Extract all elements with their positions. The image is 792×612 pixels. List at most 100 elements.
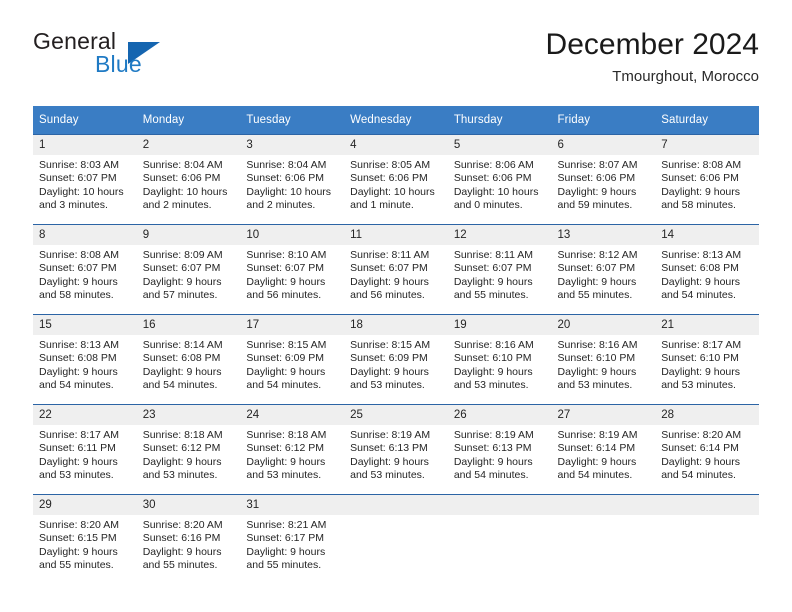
calendar-day-cell[interactable]: 24 Sunrise: 8:18 AM Sunset: 6:12 PM Dayligh… xyxy=(240,404,345,495)
calendar-day-cell[interactable]: 16 Sunrise: 8:14 AM Sunset: 6:08 PM Dayligh… xyxy=(136,314,241,405)
sunset-time: Sunset: 6:07 PM xyxy=(142,262,221,275)
calendar-day-cell[interactable]: 9 Sunrise: 8:09 AM Sunset: 6:07 PM Daylight… xyxy=(136,224,241,315)
sunrise-time: Sunrise: 8:07 AM xyxy=(557,159,638,171)
column-header-friday: Friday xyxy=(551,106,656,135)
sunset-time: Sunset: 6:08 PM xyxy=(142,352,221,365)
day-number: 4 xyxy=(344,135,448,155)
day-number: 29 xyxy=(33,495,137,515)
day-number: 23 xyxy=(136,405,241,425)
day-sun-info: Sunrise: 8:11 AM Sunset: 6:07 PM Daylight:… xyxy=(344,245,448,303)
calendar-day-cell[interactable]: 13 Sunrise: 8:12 AM Sunset: 6:07 PM Dayligh… xyxy=(551,224,656,315)
day-number: 28 xyxy=(655,405,759,425)
calendar-day-cell[interactable]: 10 Sunrise: 8:10 AM Sunset: 6:07 PM Dayligh… xyxy=(240,224,345,315)
calendar-day-cell[interactable]: 18 Sunrise: 8:15 AM Sunset: 6:09 PM Dayligh… xyxy=(344,314,448,405)
day-sun-info: Sunrise: 8:20 AM Sunset: 6:16 PM Daylight:… xyxy=(137,515,241,573)
calendar-day-cell[interactable]: 2 Sunrise: 8:04 AM Sunset: 6:06 PM Daylight… xyxy=(136,134,241,225)
day-number: 20 xyxy=(551,315,656,335)
sunrise-time: Sunrise: 8:08 AM xyxy=(661,159,742,171)
daylight-duration: Daylight: 9 hours and 56 minutes. xyxy=(246,275,326,302)
calendar-day-cell[interactable]: 27 Sunrise: 8:19 AM Sunset: 6:14 PM Dayligh… xyxy=(551,404,656,495)
day-number: 13 xyxy=(551,225,656,245)
daylight-duration: Daylight: 9 hours and 55 minutes. xyxy=(557,275,637,302)
calendar-day-cell[interactable]: 20 Sunrise: 8:16 AM Sunset: 6:10 PM Dayligh… xyxy=(551,314,656,405)
calendar-day-cell[interactable]: 23 Sunrise: 8:18 AM Sunset: 6:12 PM Dayligh… xyxy=(136,404,241,495)
sunrise-time: Sunrise: 8:15 AM xyxy=(350,339,431,351)
calendar-day-cell[interactable]: 19 Sunrise: 8:16 AM Sunset: 6:10 PM Dayligh… xyxy=(447,314,552,405)
day-number: 10 xyxy=(240,225,345,245)
calendar-day-cell[interactable]: 1 Sunrise: 8:03 AM Sunset: 6:07 PM Daylight… xyxy=(33,134,137,225)
calendar-day-cell[interactable]: 21 Sunrise: 8:17 AM Sunset: 6:10 PM Dayligh… xyxy=(655,314,759,405)
daylight-duration: Daylight: 9 hours and 54 minutes. xyxy=(557,455,637,482)
day-sun-info: Sunrise: 8:14 AM Sunset: 6:08 PM Daylight:… xyxy=(137,335,241,393)
sunset-time: Sunset: 6:06 PM xyxy=(661,172,739,185)
sunrise-time: Sunrise: 8:20 AM xyxy=(661,429,742,441)
calendar-day-cell[interactable]: 30 Sunrise: 8:20 AM Sunset: 6:16 PM Dayligh… xyxy=(136,494,241,585)
day-number: 5 xyxy=(447,135,552,155)
calendar-day-cell[interactable]: 4 Sunrise: 8:05 AM Sunset: 6:06 PM Daylight… xyxy=(344,134,448,225)
sunrise-time: Sunrise: 8:11 AM xyxy=(453,249,533,261)
calendar-day-cell[interactable]: 31 Sunrise: 8:21 AM Sunset: 6:17 PM Dayligh… xyxy=(240,494,345,585)
daylight-duration: Daylight: 9 hours and 53 minutes. xyxy=(350,365,429,392)
sunset-time: Sunset: 6:12 PM xyxy=(246,442,325,455)
calendar-day-cell[interactable]: 3 Sunrise: 8:04 AM Sunset: 6:06 PM Daylight… xyxy=(240,134,345,225)
day-sun-info: Sunrise: 8:17 AM Sunset: 6:10 PM Daylight:… xyxy=(655,335,759,393)
day-number: 3 xyxy=(240,135,345,155)
day-number: 1 xyxy=(33,135,137,155)
calendar-day-cell[interactable]: 17 Sunrise: 8:15 AM Sunset: 6:09 PM Dayligh… xyxy=(240,314,345,405)
sunset-time: Sunset: 6:07 PM xyxy=(246,262,325,275)
day-sun-info: Sunrise: 8:03 AM Sunset: 6:07 PM Daylight:… xyxy=(33,155,137,213)
calendar-day-cell[interactable]: 29 Sunrise: 8:20 AM Sunset: 6:15 PM Dayligh… xyxy=(33,494,137,585)
calendar-day-cell[interactable]: 5 Sunrise: 8:06 AM Sunset: 6:06 PM Daylight… xyxy=(447,134,552,225)
sunrise-time: Sunrise: 8:19 AM xyxy=(557,429,638,441)
calendar-day-cell[interactable]: 26 Sunrise: 8:19 AM Sunset: 6:13 PM Dayligh… xyxy=(447,404,552,495)
day-number: 16 xyxy=(136,315,241,335)
calendar-day-cell[interactable]: 14 Sunrise: 8:13 AM Sunset: 6:08 PM Dayligh… xyxy=(655,224,759,315)
calendar-day-cell[interactable]: 7 Sunrise: 8:08 AM Sunset: 6:06 PM Daylight… xyxy=(655,134,759,225)
calendar-day-cell[interactable]: 28 Sunrise: 8:20 AM Sunset: 6:14 PM Dayligh… xyxy=(655,404,759,495)
calendar-day-cell[interactable]: 12 Sunrise: 8:11 AM Sunset: 6:07 PM Dayligh… xyxy=(447,224,552,315)
calendar-day-cell[interactable]: 25 Sunrise: 8:19 AM Sunset: 6:13 PM Dayligh… xyxy=(344,404,448,495)
day-number: 9 xyxy=(136,225,241,245)
day-number: 14 xyxy=(655,225,759,245)
sunrise-time: Sunrise: 8:17 AM xyxy=(39,429,119,441)
day-sun-info: Sunrise: 8:15 AM Sunset: 6:09 PM Daylight:… xyxy=(344,335,448,393)
column-header-saturday: Saturday xyxy=(655,106,759,135)
calendar-day-cell[interactable]: 8 Sunrise: 8:08 AM Sunset: 6:07 PM Daylight… xyxy=(33,224,137,315)
sunset-time: Sunset: 6:06 PM xyxy=(350,172,428,185)
day-sun-info: Sunrise: 8:10 AM Sunset: 6:07 PM Daylight:… xyxy=(240,245,344,303)
calendar-day-cell-empty xyxy=(551,494,656,585)
calendar-day-cell[interactable]: 11 Sunrise: 8:11 AM Sunset: 6:07 PM Dayligh… xyxy=(344,224,448,315)
sunset-time: Sunset: 6:15 PM xyxy=(39,532,117,545)
day-number: 12 xyxy=(447,225,552,245)
sunrise-time: Sunrise: 8:08 AM xyxy=(39,249,119,261)
page-title: December 2024 xyxy=(545,28,759,61)
calendar-day-cell[interactable]: 6 Sunrise: 8:07 AM Sunset: 6:06 PM Daylight… xyxy=(551,134,656,225)
day-number: 24 xyxy=(240,405,345,425)
day-number: 22 xyxy=(33,405,137,425)
day-sun-info: Sunrise: 8:06 AM Sunset: 6:06 PM Daylight:… xyxy=(448,155,552,213)
sunrise-time: Sunrise: 8:12 AM xyxy=(557,249,638,261)
daylight-duration: Daylight: 10 hours and 0 minutes. xyxy=(453,185,539,212)
calendar-week-row: 15 Sunrise: 8:13 AM Sunset: 6:08 PM Dayligh… xyxy=(33,314,759,405)
sunset-time: Sunset: 6:10 PM xyxy=(453,352,532,365)
sunrise-time: Sunrise: 8:04 AM xyxy=(246,159,327,171)
daylight-duration: Daylight: 10 hours and 2 minutes. xyxy=(142,185,228,212)
sunset-time: Sunset: 6:07 PM xyxy=(39,262,117,275)
calendar-day-cell-empty xyxy=(447,494,552,585)
daylight-duration: Daylight: 9 hours and 53 minutes. xyxy=(246,455,326,482)
column-header-tuesday: Tuesday xyxy=(240,106,345,135)
sunset-time: Sunset: 6:06 PM xyxy=(453,172,532,185)
calendar-day-cell[interactable]: 22 Sunrise: 8:17 AM Sunset: 6:11 PM Dayligh… xyxy=(33,404,137,495)
daylight-duration: Daylight: 10 hours and 2 minutes. xyxy=(246,185,332,212)
general-blue-logo[interactable]: General Blue xyxy=(33,28,253,88)
day-number: 7 xyxy=(655,135,759,155)
day-number xyxy=(344,495,448,515)
calendar-grid: Sunday Monday Tuesday Wednesday Thursday… xyxy=(33,106,759,585)
day-number: 17 xyxy=(240,315,345,335)
sunset-time: Sunset: 6:07 PM xyxy=(39,172,117,185)
sunrise-time: Sunrise: 8:13 AM xyxy=(661,249,742,261)
day-sun-info: Sunrise: 8:21 AM Sunset: 6:17 PM Daylight:… xyxy=(240,515,344,573)
calendar-day-cell[interactable]: 15 Sunrise: 8:13 AM Sunset: 6:08 PM Dayligh… xyxy=(33,314,137,405)
day-number: 25 xyxy=(344,405,448,425)
day-sun-info: Sunrise: 8:15 AM Sunset: 6:09 PM Daylight:… xyxy=(240,335,344,393)
